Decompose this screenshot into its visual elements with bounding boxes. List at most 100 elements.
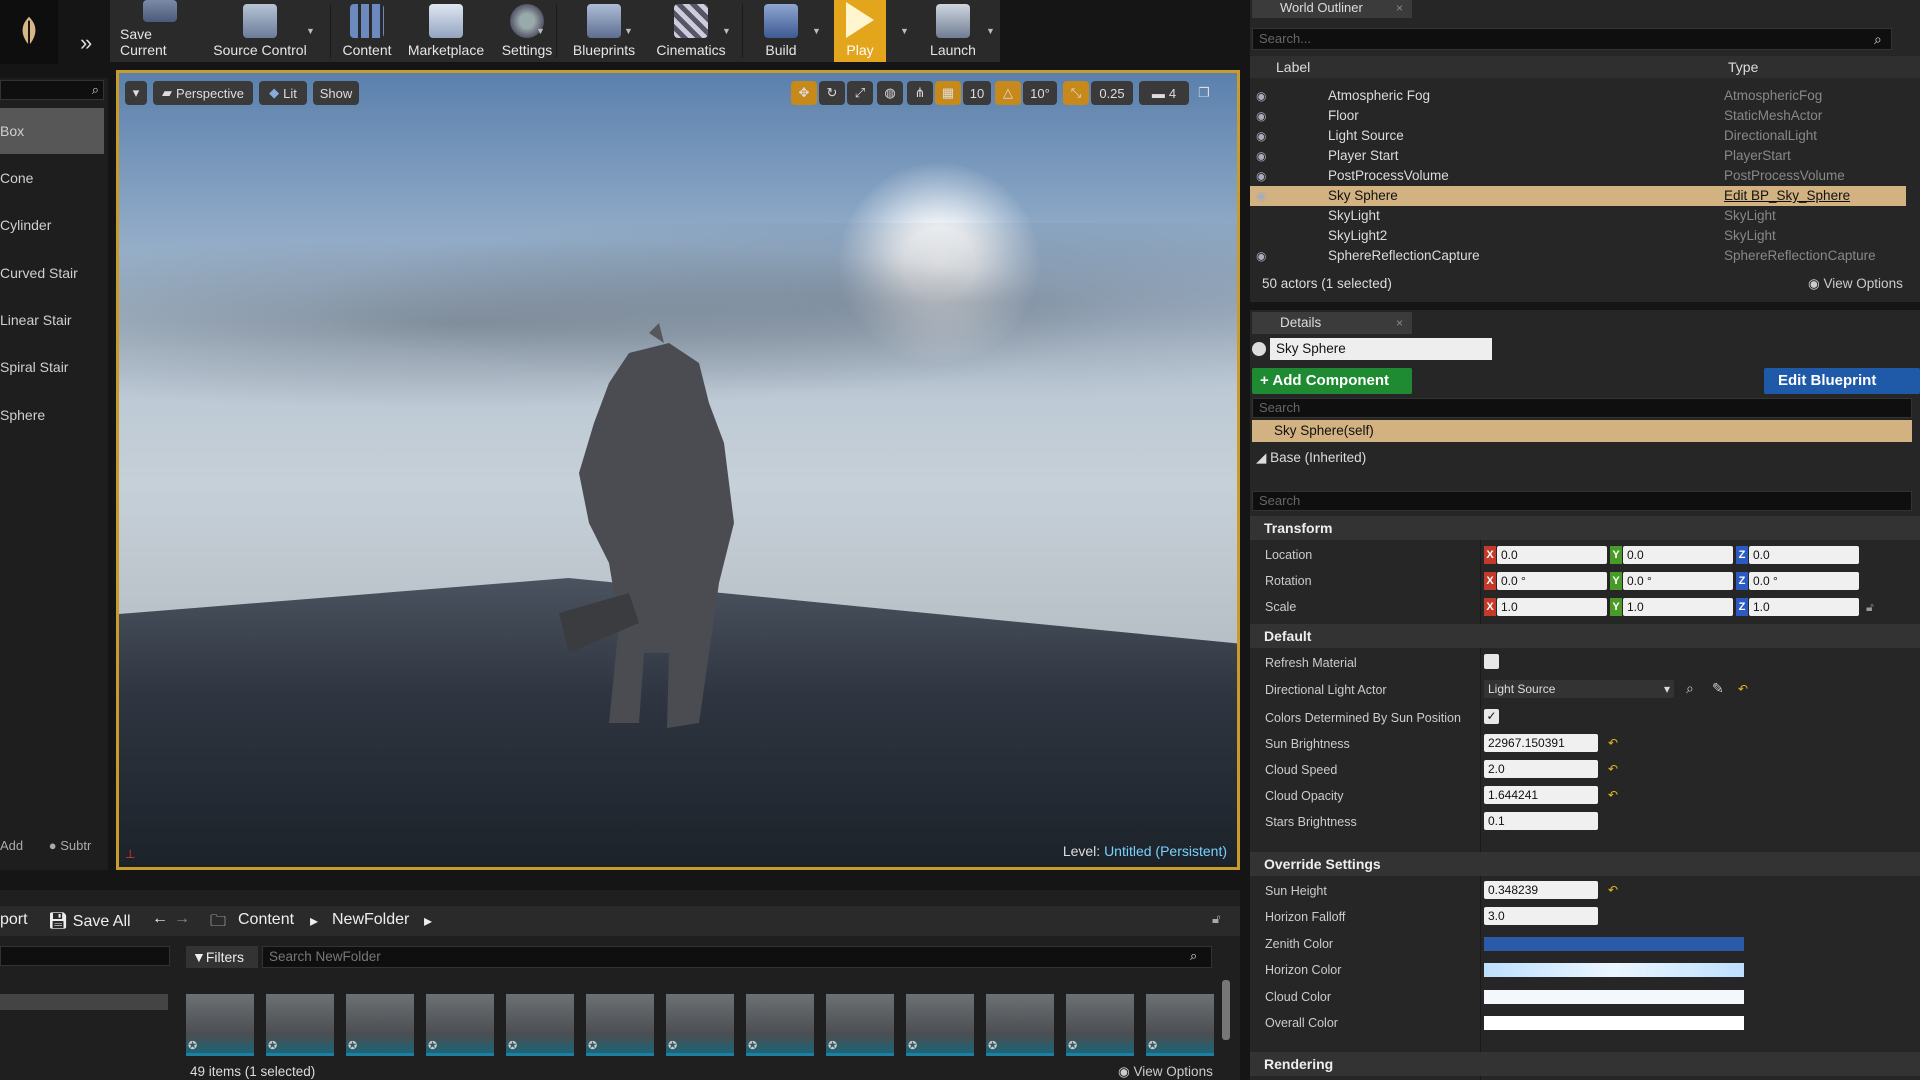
location-label[interactable]: Location [1265, 548, 1312, 562]
outliner-row[interactable]: ◉ Atmospheric Fog AtmosphericFog [1250, 86, 1906, 106]
launch-dropdown-icon[interactable]: ▼ [986, 26, 998, 38]
camera-speed-button[interactable]: ▬ 4 [1139, 81, 1189, 105]
mode-item-cone[interactable]: Cone [0, 155, 104, 201]
lit-button[interactable]: ◆ Lit [259, 81, 307, 105]
overall-color-swatch[interactable] [1484, 1016, 1744, 1030]
horizon-color-swatch[interactable] [1484, 963, 1744, 977]
scale-label[interactable]: Scale [1265, 600, 1296, 614]
refresh-material-checkbox[interactable] [1484, 654, 1499, 669]
content-search-input[interactable]: Search NewFolder [262, 946, 1212, 968]
mode-item-linear-stair[interactable]: Linear Stair [0, 297, 104, 343]
column-type-header[interactable]: Type [1728, 59, 1758, 75]
cloud-color-swatch[interactable] [1484, 990, 1744, 1004]
mode-item-cylinder[interactable]: Cylinder [0, 202, 104, 248]
cloud-opacity-field[interactable]: 1.644241 [1484, 786, 1598, 804]
component-search-input[interactable]: Search [1252, 398, 1912, 418]
asset-thumbnail[interactable]: ✪ [666, 994, 734, 1056]
save-all-button[interactable]: 💾︎ Save All [48, 911, 131, 931]
location-z-field[interactable]: 0.0 [1749, 546, 1859, 564]
add-component-button[interactable]: + Add Component [1252, 368, 1412, 394]
outliner-view-options-button[interactable]: ◉ View Options [1808, 276, 1903, 292]
outliner-search-input[interactable]: Search... [1252, 28, 1892, 50]
rotation-label[interactable]: Rotation [1265, 574, 1312, 588]
outliner-row[interactable]: ◉ SphereReflectionCapture SphereReflection… [1250, 246, 1906, 266]
asset-thumbnail[interactable]: ✪ [986, 994, 1054, 1056]
component-self-row[interactable]: Sky Sphere(self) [1252, 420, 1912, 442]
outliner-row[interactable]: ◉ Light Source DirectionalLight [1250, 126, 1906, 146]
section-default[interactable]: Default [1250, 624, 1920, 648]
path-newfolder[interactable]: NewFolder [332, 911, 409, 929]
modes-search-input[interactable]: ⌕ [0, 80, 104, 100]
object-name-field[interactable]: Sky Sphere [1270, 338, 1492, 360]
asset-thumbnail[interactable]: ✪ [1066, 994, 1134, 1056]
grid-snap-icon[interactable]: ▦ [935, 81, 961, 105]
surface-snap-icon[interactable]: ⋔ [907, 81, 933, 105]
settings-dropdown-icon[interactable]: ▼ [536, 26, 548, 38]
world-space-icon[interactable]: ◍ [877, 81, 903, 105]
edit-blueprint-button[interactable]: Edit Blueprint [1764, 368, 1920, 394]
scale-y-field[interactable]: 1.0 [1623, 598, 1733, 616]
outliner-row[interactable]: ◉ PostProcessVolume PostProcessVolume [1250, 166, 1906, 186]
mode-item-spiral-stair[interactable]: Spiral Stair [0, 344, 104, 390]
cinematics-dropdown-icon[interactable]: ▼ [722, 26, 734, 38]
asset-thumbnail[interactable]: ✪ [906, 994, 974, 1056]
outliner-row[interactable]: ◉ Player Start PlayerStart [1250, 146, 1906, 166]
outliner-row-selected[interactable]: ◉ Sky Sphere Edit BP_Sky_Sphere [1250, 186, 1906, 206]
rotation-snap-value[interactable]: 10° [1023, 81, 1057, 105]
perspective-button[interactable]: ▰ Perspective [153, 81, 253, 105]
maximize-viewport-icon[interactable]: ❐ [1193, 81, 1215, 105]
close-icon[interactable]: × [1396, 316, 1403, 330]
reset-to-default-icon[interactable]: ↶ [1608, 883, 1618, 897]
source-control-button[interactable]: Source Control [210, 0, 310, 62]
tab-details[interactable]: Details [1252, 312, 1412, 334]
mode-item-box[interactable]: Box [0, 108, 104, 154]
visibility-eye-icon[interactable]: ◉ [1256, 109, 1270, 123]
asset-thumbnail[interactable]: ✪ [346, 994, 414, 1056]
asset-thumbnail[interactable]: ✪ [746, 994, 814, 1056]
filters-button[interactable]: ▼Filters [186, 946, 258, 968]
visibility-eye-icon[interactable]: ◉ [1256, 129, 1270, 143]
marketplace-button[interactable]: Marketplace [404, 0, 488, 62]
scale-tool-icon[interactable]: ⤢ [847, 81, 873, 105]
outliner-row[interactable]: ◉ Floor StaticMeshActor [1250, 106, 1906, 126]
rotation-y-field[interactable]: 0.0 ° [1623, 572, 1733, 590]
section-transform[interactable]: Transform [1250, 516, 1920, 540]
reset-to-default-icon[interactable]: ↶ [1608, 788, 1618, 802]
path-content[interactable]: Content [238, 911, 294, 929]
section-rendering[interactable]: Rendering [1250, 1052, 1920, 1076]
launch-button[interactable]: Launch [918, 0, 988, 62]
rotation-snap-icon[interactable]: △ [995, 81, 1021, 105]
colors-by-sun-checkbox[interactable]: ✓ [1484, 709, 1499, 724]
level-viewport[interactable]: ▾ ▰ Perspective ◆ Lit Show ✥ ↻ ⤢ ◍ ⋔ ▦ 10 … [116, 70, 1240, 870]
grid-snap-value[interactable]: 10 [963, 81, 991, 105]
stars-brightness-field[interactable]: 0.1 [1484, 812, 1598, 830]
visibility-eye-icon[interactable]: ◉ [1256, 189, 1270, 203]
sun-brightness-field[interactable]: 22967.150391 [1484, 734, 1598, 752]
source-control-dropdown-icon[interactable]: ▼ [306, 26, 318, 38]
browse-search-icon[interactable]: ⌕ [1686, 680, 1694, 697]
build-button[interactable]: Build [746, 0, 816, 62]
outliner-row[interactable]: SkyLight SkyLight [1250, 206, 1906, 226]
settings-button[interactable]: Settings [492, 0, 562, 62]
tab-world-outliner[interactable]: World Outliner [1252, 0, 1412, 18]
component-base-row[interactable]: ◢ Base (Inherited) [1256, 450, 1366, 466]
play-dropdown-icon[interactable]: ▼ [900, 26, 912, 38]
content-view-options-button[interactable]: ◉ View Options [1118, 1064, 1213, 1080]
build-dropdown-icon[interactable]: ▼ [812, 26, 824, 38]
sun-height-field[interactable]: 0.348239 [1484, 881, 1598, 899]
asset-thumbnail[interactable]: ✪ [586, 994, 654, 1056]
blueprints-dropdown-icon[interactable]: ▼ [624, 26, 636, 38]
selected-folder-row[interactable] [0, 994, 168, 1010]
section-override-settings[interactable]: Override Settings [1250, 852, 1920, 876]
content-button[interactable]: Content [332, 0, 402, 62]
mode-item-curved-stair[interactable]: Curved Stair [0, 250, 104, 296]
show-button[interactable]: Show [313, 81, 359, 105]
location-x-field[interactable]: 0.0 [1497, 546, 1607, 564]
outliner-row[interactable]: SkyLight2 SkyLight [1250, 226, 1906, 246]
asset-thumbnail[interactable]: ✪ [426, 994, 494, 1056]
reset-to-default-icon[interactable]: ↶ [1608, 736, 1618, 750]
collections-search-input[interactable] [0, 946, 170, 966]
visibility-eye-icon[interactable]: ◉ [1256, 249, 1270, 263]
import-button[interactable]: port [0, 911, 28, 929]
scale-snap-icon[interactable]: ⤡ [1063, 81, 1089, 105]
